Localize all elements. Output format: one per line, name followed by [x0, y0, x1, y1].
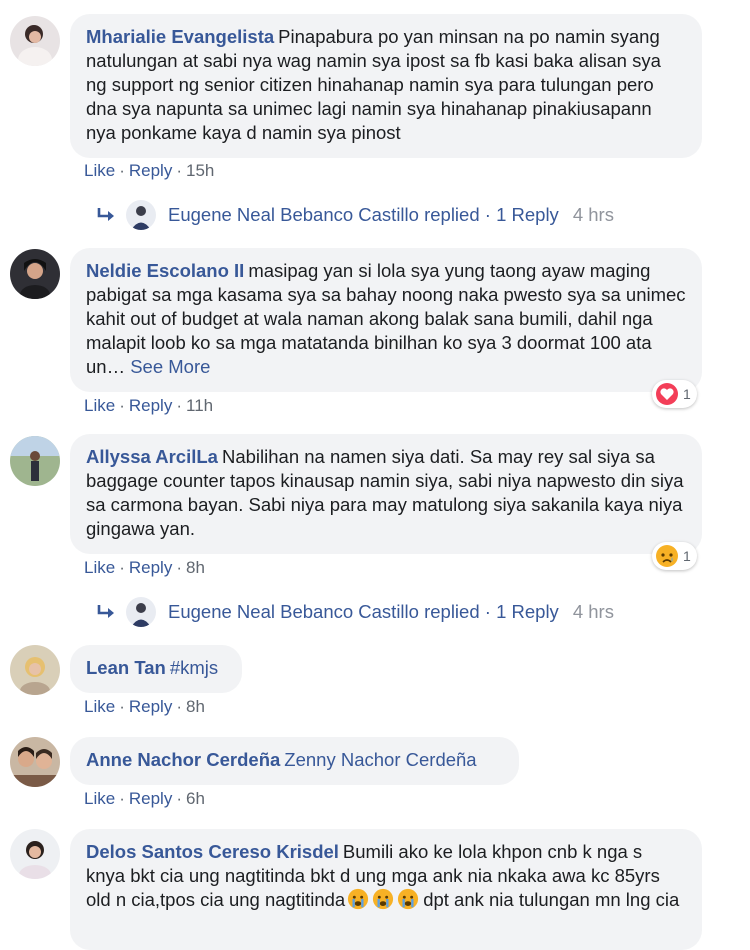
- comment-bubble: Allyssa ArcilLa Nabilihan na namen siya d…: [70, 434, 702, 554]
- like-button[interactable]: Like: [84, 789, 115, 808]
- comment-author[interactable]: Allyssa ArcilLa: [86, 446, 218, 467]
- mention-link[interactable]: Zenny Nachor Cerdeña: [284, 749, 476, 770]
- comment-bubble: Mharialie Evangelista Pinapabura po yan m…: [70, 14, 702, 158]
- reply-arrow-icon: [97, 208, 114, 221]
- view-replies-link[interactable]: Eugene Neal Bebanco Castillo replied · 1…: [96, 596, 614, 628]
- like-button[interactable]: Like: [84, 161, 115, 180]
- avatar[interactable]: [10, 829, 60, 879]
- comment-author[interactable]: Anne Nachor Cerdeña: [86, 749, 280, 770]
- comment-bubble: Anne Nachor Cerdeña Zenny Nachor Cerdeña: [70, 737, 519, 785]
- crying-emoji-icon: [373, 888, 394, 910]
- crying-emoji-icon: [348, 888, 369, 910]
- separator: ·: [484, 601, 491, 622]
- avatar[interactable]: [10, 16, 60, 66]
- like-button[interactable]: Like: [84, 396, 115, 415]
- separator: ·: [176, 789, 182, 808]
- separator: ·: [119, 396, 125, 415]
- comment-timestamp[interactable]: 8h: [186, 558, 205, 577]
- separator: ·: [119, 161, 125, 180]
- reaction-badge[interactable]: 1: [652, 380, 697, 408]
- comment-author[interactable]: Lean Tan: [86, 657, 166, 678]
- comment-actions: Like · Reply · 8h: [84, 697, 205, 717]
- comment-author[interactable]: Mharialie Evangelista: [86, 26, 274, 47]
- reply-count: 1 Reply: [496, 204, 559, 225]
- reaction-badge[interactable]: 1: [652, 542, 697, 570]
- reply-count: 1 Reply: [496, 601, 559, 622]
- comment-timestamp[interactable]: 15h: [186, 161, 214, 180]
- avatar[interactable]: [10, 645, 60, 695]
- hashtag-link[interactable]: #kmjs: [170, 657, 218, 678]
- sad-icon: [656, 545, 678, 567]
- comment-timestamp[interactable]: 8h: [186, 697, 205, 716]
- comment-bubble: Delos Santos Cereso Krisdel Bumili ako ke…: [70, 829, 702, 950]
- reaction-count: 1: [683, 386, 691, 402]
- avatar[interactable]: [10, 249, 60, 299]
- reply-button[interactable]: Reply: [129, 558, 172, 577]
- reply-time: 4 hrs: [572, 601, 614, 622]
- separator: ·: [119, 789, 125, 808]
- reply-button[interactable]: Reply: [129, 161, 172, 180]
- separator: ·: [119, 697, 125, 716]
- reply-author: Eugene Neal Bebanco Castillo replied: [168, 601, 480, 622]
- comment-timestamp[interactable]: 11h: [186, 396, 213, 415]
- separator: ·: [176, 558, 182, 577]
- reply-avatar: [126, 200, 156, 230]
- comment-actions: Like · Reply · 8h: [84, 558, 205, 578]
- reply-avatar: [126, 597, 156, 627]
- crying-emoji-icon: [398, 888, 419, 910]
- comment-author[interactable]: Neldie Escolano II: [86, 260, 244, 281]
- view-replies-link[interactable]: Eugene Neal Bebanco Castillo replied · 1…: [96, 199, 614, 231]
- avatar[interactable]: [10, 436, 60, 486]
- reaction-count: 1: [683, 548, 691, 564]
- like-button[interactable]: Like: [84, 558, 115, 577]
- separator: ·: [484, 204, 491, 225]
- reply-author: Eugene Neal Bebanco Castillo replied: [168, 204, 480, 225]
- reply-button[interactable]: Reply: [129, 396, 172, 415]
- separator: ·: [176, 161, 182, 180]
- separator: ·: [176, 396, 182, 415]
- see-more-link[interactable]: See More: [130, 356, 210, 377]
- comment-timestamp[interactable]: 6h: [186, 789, 205, 808]
- comment-text-continued: dpt ank nia tulungan mn lng cia: [423, 889, 680, 910]
- reply-arrow-icon: [97, 605, 114, 618]
- reply-button[interactable]: Reply: [129, 697, 172, 716]
- avatar[interactable]: [10, 737, 60, 787]
- reply-button[interactable]: Reply: [129, 789, 172, 808]
- comment-actions: Like · Reply · 15h: [84, 161, 214, 181]
- comment-author[interactable]: Delos Santos Cereso Krisdel: [86, 841, 339, 862]
- reply-time: 4 hrs: [572, 204, 614, 225]
- separator: ·: [119, 558, 125, 577]
- comment-bubble: Neldie Escolano II masipag yan si lola sy…: [70, 248, 702, 392]
- comment-actions: Like · Reply · 6h: [84, 789, 205, 809]
- comment-actions: Like · Reply · 11h: [84, 396, 213, 416]
- separator: ·: [176, 697, 182, 716]
- like-button[interactable]: Like: [84, 697, 115, 716]
- heart-icon: [656, 383, 678, 405]
- comment-bubble: Lean Tan #kmjs: [70, 645, 242, 693]
